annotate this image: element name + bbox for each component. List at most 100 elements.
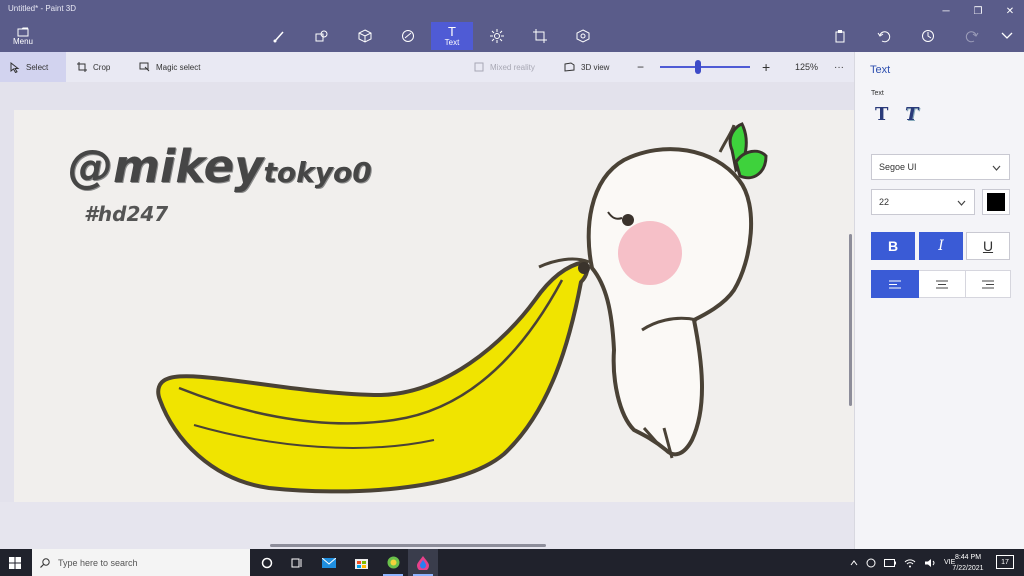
select-button[interactable]: Select: [0, 52, 66, 82]
text-tool-button[interactable]: T Text: [431, 22, 473, 50]
paint3d-app-button[interactable]: [408, 549, 438, 576]
3d-view-label: 3D view: [581, 62, 610, 72]
zoom-out-button[interactable]: −: [637, 52, 644, 82]
text-tool-label: Text: [444, 38, 460, 47]
3d-library-button[interactable]: [562, 22, 604, 50]
paste-button[interactable]: [820, 22, 860, 50]
brushes-button[interactable]: [258, 22, 300, 50]
volume-icon[interactable]: [924, 558, 936, 568]
undo-button[interactable]: [864, 22, 904, 50]
brush-icon: [273, 31, 284, 43]
3d-view-button[interactable]: 3D view: [564, 52, 609, 82]
mixed-reality-icon: [474, 62, 484, 72]
align-right-button[interactable]: [965, 270, 1011, 298]
clock[interactable]: 8:44 PM 7/22/2021: [946, 552, 990, 574]
magic-select-icon: [139, 62, 150, 72]
notification-count: 17: [1001, 558, 1009, 566]
align-right-icon: [982, 280, 994, 288]
undo-icon: [877, 31, 891, 43]
select-label: Select: [26, 62, 49, 72]
store-app-button[interactable]: [346, 549, 376, 576]
start-button[interactable]: [0, 549, 30, 576]
sticker-icon: [402, 30, 414, 42]
drawing-canvas[interactable]: @mikeytokyo0 #hd247: [14, 110, 854, 502]
magic-select-label: Magic select: [156, 62, 201, 72]
chevron-up-icon[interactable]: [850, 559, 858, 566]
align-center-button[interactable]: [919, 270, 965, 298]
underline-button[interactable]: U: [966, 232, 1010, 260]
maximize-button[interactable]: ❐: [962, 0, 994, 22]
3d-text-button[interactable]: T: [905, 104, 925, 125]
more-options-button[interactable]: ···: [834, 52, 844, 82]
cube-icon: [358, 29, 372, 43]
align-left-icon: [889, 280, 901, 288]
character-mouth: [578, 262, 590, 274]
browser-app-button[interactable]: [378, 549, 408, 576]
mail-app-button[interactable]: [314, 549, 344, 576]
text-icon: T: [448, 24, 456, 39]
chevron-down-icon: [1001, 32, 1013, 39]
font-family-dropdown[interactable]: Segoe UI: [871, 154, 1010, 180]
zoom-level: 125%: [795, 62, 819, 72]
taskbar-search[interactable]: Type here to search: [32, 549, 250, 576]
cortana-button[interactable]: [252, 549, 282, 576]
mail-icon: [322, 557, 336, 568]
3d-shapes-button[interactable]: [344, 22, 386, 50]
3d-view-icon: [564, 62, 575, 72]
minimize-button[interactable]: ─: [930, 0, 962, 22]
clock-time: 8:44 PM: [954, 554, 982, 561]
menu-button[interactable]: Menu: [8, 22, 38, 50]
2d-shapes-button[interactable]: [300, 22, 342, 50]
wifi-icon[interactable]: [904, 558, 916, 568]
zoom-in-button[interactable]: +: [762, 52, 770, 82]
2d-text-button[interactable]: T: [875, 104, 895, 125]
text-section-label: Text: [871, 90, 884, 97]
zoom-slider-thumb[interactable]: [694, 60, 701, 74]
window-title: Untitled* - Paint 3D: [8, 4, 77, 13]
magic-select-button[interactable]: Magic select: [139, 52, 200, 82]
store-icon: [354, 559, 368, 569]
effects-button[interactable]: [476, 22, 518, 50]
panel-title: Text: [870, 64, 891, 76]
clock-date: 7/22/2021: [952, 565, 984, 572]
banana: [156, 260, 590, 494]
library-icon: [576, 29, 590, 43]
canvas-button[interactable]: [519, 22, 561, 50]
taskbar: Type here to search VIE 8:44 PM 7/22/202…: [0, 549, 1024, 576]
3d-text-icon: T: [905, 104, 919, 125]
workspace: @mikeytokyo0 #hd247: [0, 82, 854, 549]
history-icon: [922, 30, 934, 42]
stickers-button[interactable]: [387, 22, 429, 50]
font-size-dropdown[interactable]: 22: [871, 189, 975, 215]
battery-icon[interactable]: [884, 558, 896, 567]
align-center-icon: [936, 280, 948, 288]
task-view-button[interactable]: [282, 549, 312, 576]
crop-icon: [77, 62, 87, 72]
text-panel: Text Text T T Segoe UI 22 B I U: [854, 52, 1024, 549]
shapes-2d-icon: [315, 30, 328, 42]
font-size-value: 22: [879, 197, 890, 207]
text-color-swatch: [987, 193, 1005, 211]
selection-toolbar: Select Crop Magic select Mixed reality 3…: [0, 52, 854, 82]
paint3d-icon: [417, 555, 429, 570]
crop-button[interactable]: Crop: [77, 52, 110, 82]
align-left-button[interactable]: [871, 270, 919, 298]
horizontal-scrollbar[interactable]: [270, 544, 546, 547]
bold-button[interactable]: B: [871, 232, 915, 260]
meet-now-icon[interactable]: [866, 558, 876, 568]
zoom-slider-track[interactable]: [660, 66, 750, 68]
history-button[interactable]: [908, 22, 948, 50]
redo-button[interactable]: [952, 22, 992, 50]
chevron-down-icon: [957, 200, 966, 206]
expand-ribbon-button[interactable]: [990, 22, 1024, 50]
redo-icon: [965, 31, 979, 43]
paste-icon: [835, 30, 845, 43]
chevron-down-icon: [992, 165, 1001, 171]
search-placeholder: Type here to search: [58, 557, 138, 568]
italic-button[interactable]: I: [919, 232, 963, 260]
vertical-scrollbar[interactable]: [849, 234, 852, 406]
close-button[interactable]: ✕: [994, 0, 1024, 22]
text-color-button[interactable]: [982, 189, 1010, 215]
mixed-reality-button[interactable]: Mixed reality: [474, 52, 535, 82]
notification-center-button[interactable]: 17: [996, 555, 1014, 569]
